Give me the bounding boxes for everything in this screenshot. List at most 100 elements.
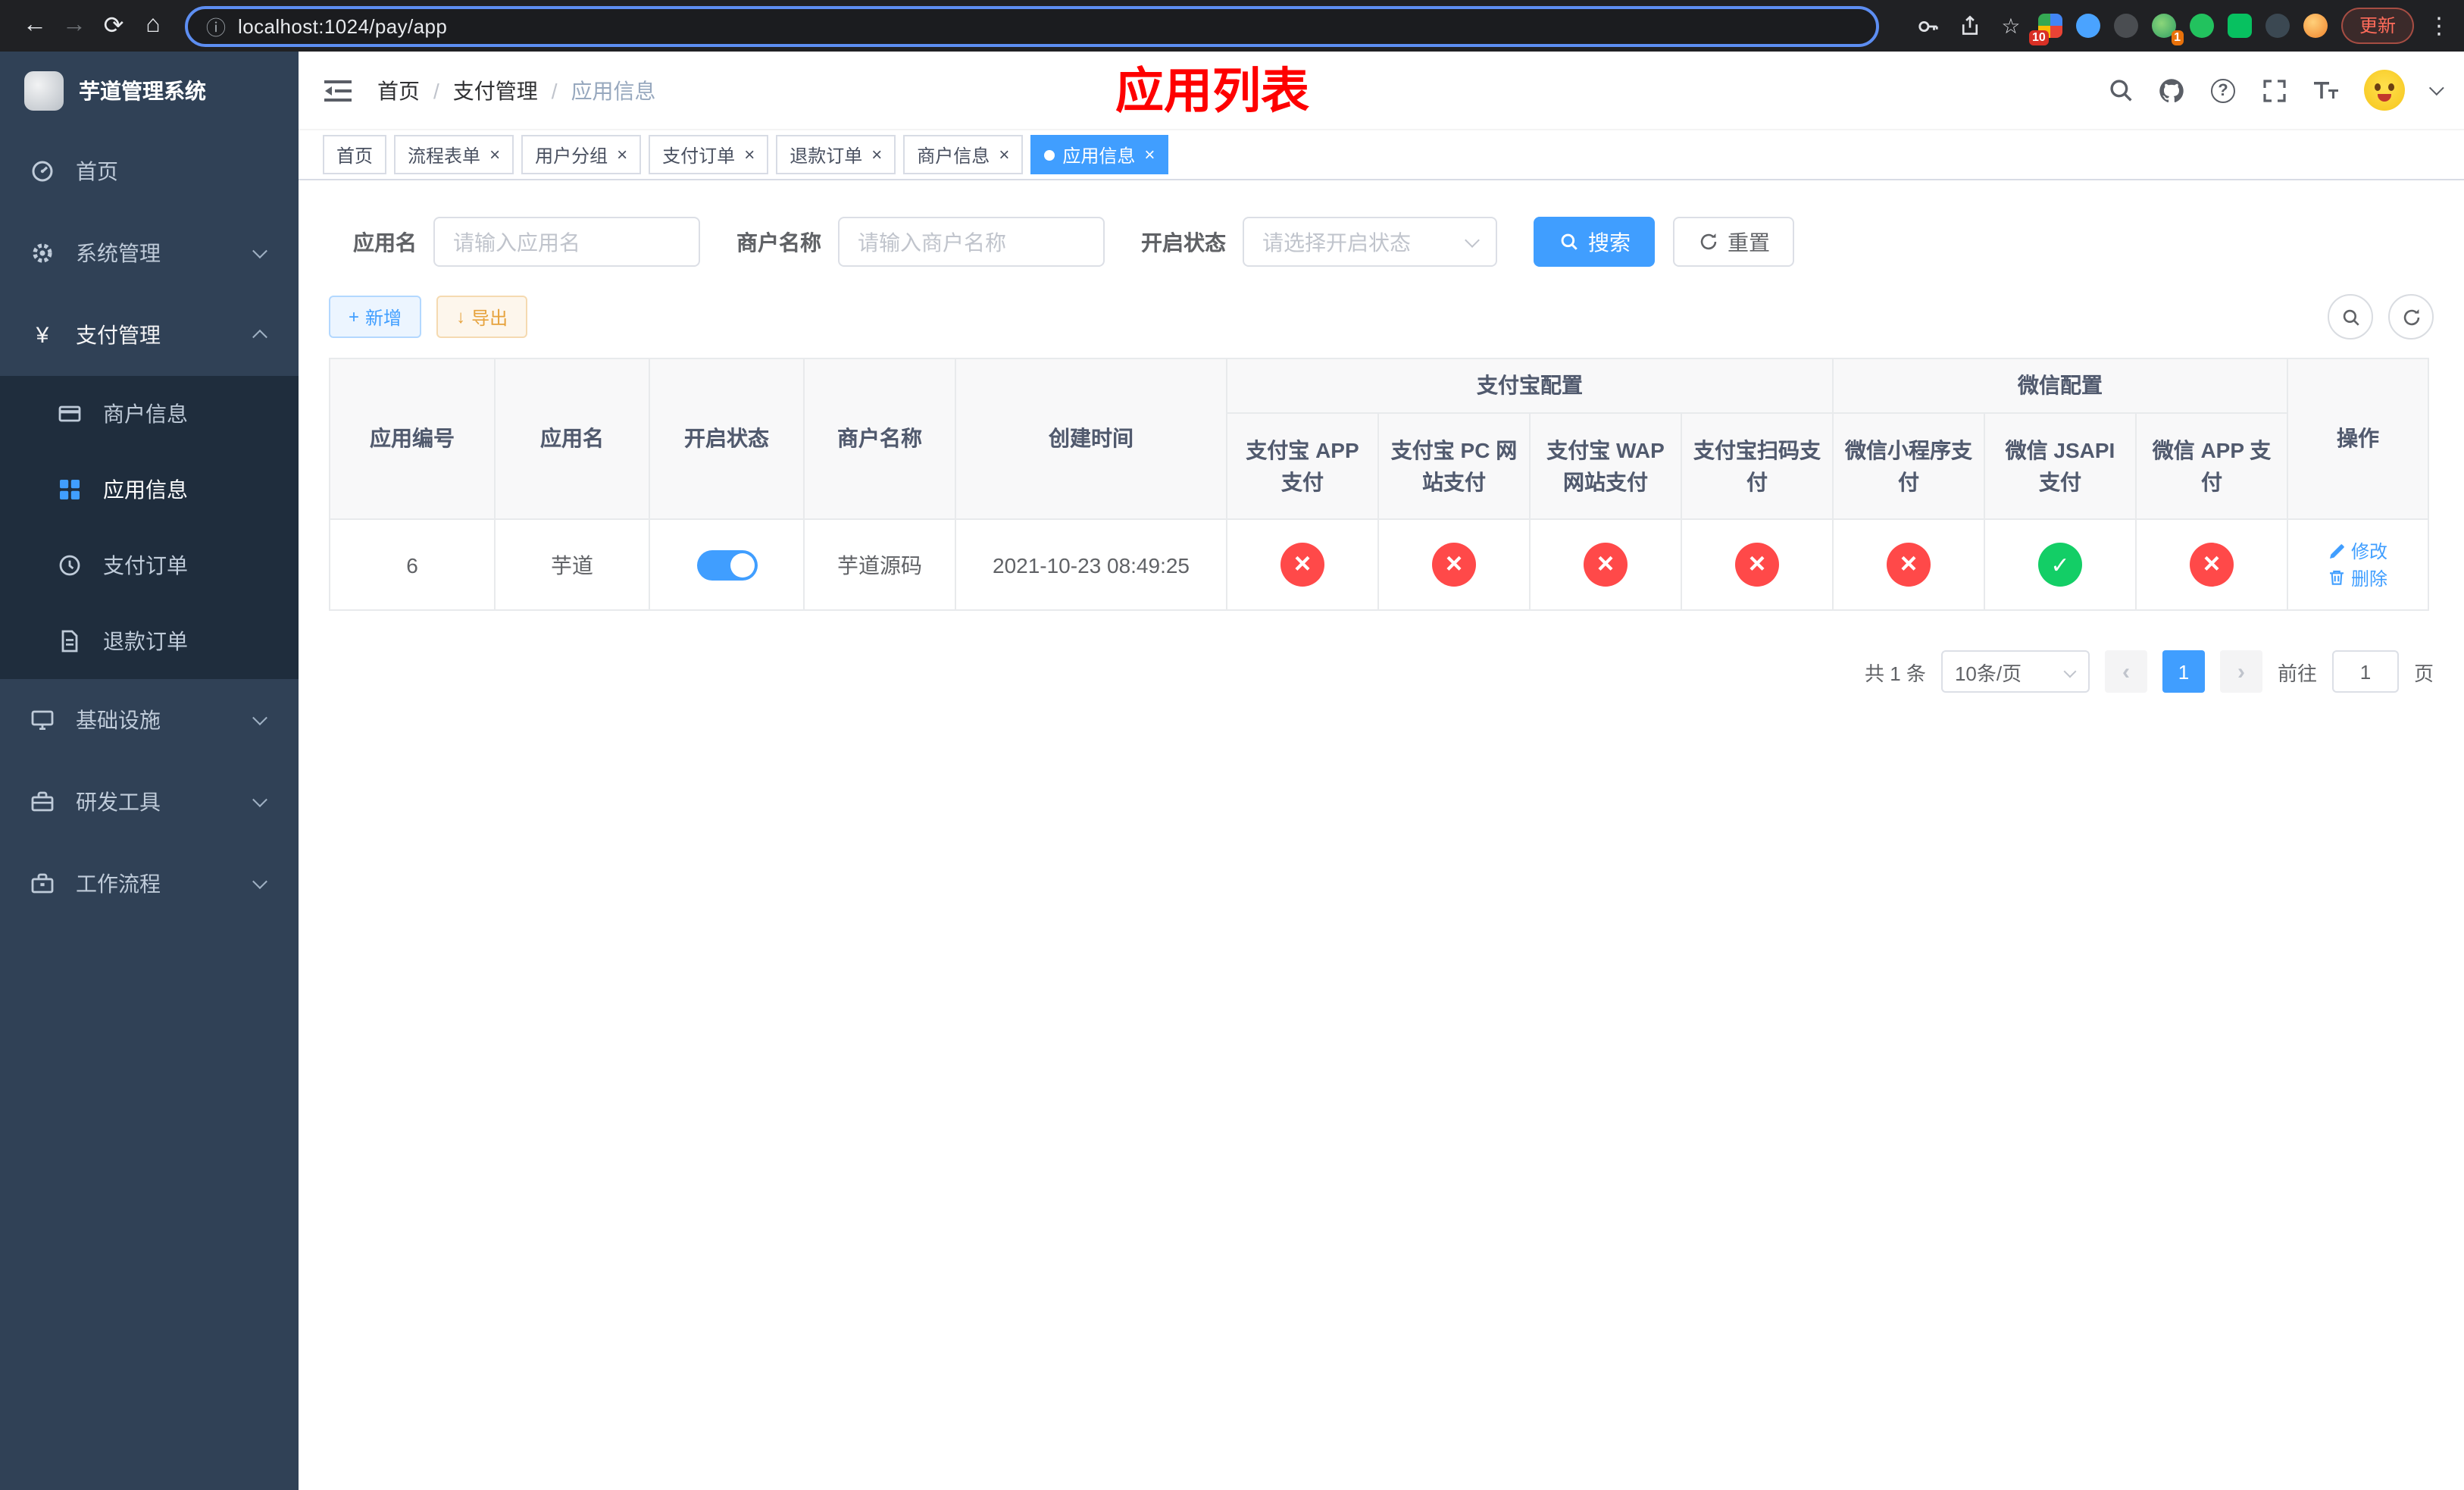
enabled-toggle[interactable] bbox=[696, 549, 757, 580]
screen: ← → ⟳ ⌂ ⓘ localhost:1024/pay/app ☆ 10 1 bbox=[0, 0, 2464, 1490]
sidebar-item-refund-order[interactable]: 退款订单 bbox=[0, 603, 299, 679]
status-select[interactable]: 请选择开启状态 bbox=[1243, 217, 1497, 267]
cell-alipay-wap bbox=[1529, 518, 1682, 611]
col-status: 开启状态 bbox=[649, 358, 805, 520]
sidebar-item-app-info[interactable]: 应用信息 bbox=[0, 452, 299, 527]
extension-icon[interactable] bbox=[2303, 14, 2328, 38]
close-icon[interactable]: × bbox=[999, 146, 1009, 164]
help-icon[interactable]: ? bbox=[2209, 77, 2237, 104]
active-dot bbox=[1044, 149, 1055, 160]
close-icon[interactable]: × bbox=[489, 146, 500, 164]
prev-page-button[interactable]: ‹ bbox=[2104, 650, 2147, 693]
sidebar-item-label: 支付订单 bbox=[103, 553, 188, 578]
extension-icon[interactable] bbox=[2113, 14, 2138, 38]
close-icon[interactable]: × bbox=[1144, 146, 1155, 164]
breadcrumb-item[interactable]: 支付管理 bbox=[453, 75, 538, 105]
sidebar-collapse-icon[interactable] bbox=[323, 75, 353, 105]
sidebar-item-home[interactable]: 首页 bbox=[0, 130, 299, 212]
page-size-select[interactable]: 10条/页 bbox=[1940, 650, 2090, 693]
github-icon[interactable] bbox=[2158, 77, 2185, 104]
tab-process-form[interactable]: 流程表单 × bbox=[394, 135, 514, 174]
reset-button[interactable]: 重置 bbox=[1673, 217, 1794, 267]
fullscreen-icon[interactable] bbox=[2261, 77, 2288, 104]
cell-alipay-pc bbox=[1377, 518, 1531, 611]
sidebar-item-merchant-info[interactable]: 商户信息 bbox=[0, 376, 299, 452]
sidebar-item-pay-order[interactable]: 支付订单 bbox=[0, 527, 299, 603]
export-button[interactable]: ↓ 导出 bbox=[436, 296, 528, 338]
tab-user-group[interactable]: 用户分组 × bbox=[521, 135, 642, 174]
search-icon[interactable] bbox=[2106, 77, 2134, 104]
extension-icon[interactable] bbox=[2227, 14, 2252, 38]
tab-label: 商户信息 bbox=[917, 145, 990, 166]
sidebar-item-payment[interactable]: ¥ 支付管理 bbox=[0, 294, 299, 376]
sidebar-item-dev-tools[interactable]: 研发工具 bbox=[0, 761, 299, 843]
toggle-search-button[interactable] bbox=[2328, 294, 2373, 340]
merchant-name-input[interactable] bbox=[838, 217, 1105, 267]
reload-icon[interactable]: ⟳ bbox=[94, 6, 133, 45]
app-title: 芋道管理系统 bbox=[79, 79, 206, 103]
goto-unit: 页 bbox=[2413, 662, 2434, 684]
user-avatar[interactable] bbox=[2364, 70, 2405, 111]
close-icon[interactable]: × bbox=[871, 146, 882, 164]
col-app-id: 应用编号 bbox=[329, 358, 496, 520]
app-table: 应用编号 应用名 开启状态 商户名称 创建时间 支付宝配置 微信配置 操作 支付… bbox=[329, 358, 2429, 611]
browser-toolbar: ← → ⟳ ⌂ ⓘ localhost:1024/pay/app ☆ 10 1 bbox=[0, 0, 2464, 52]
status-check-icon bbox=[2038, 543, 2082, 587]
search-button[interactable]: 搜索 bbox=[1534, 217, 1655, 267]
sidebar-item-infra[interactable]: 基础设施 bbox=[0, 679, 299, 761]
forward-icon[interactable]: → bbox=[55, 6, 94, 45]
tab-home[interactable]: 首页 bbox=[323, 135, 387, 174]
share-icon[interactable] bbox=[1956, 12, 1984, 39]
sidebar-item-label: 工作流程 bbox=[76, 872, 161, 896]
url-bar[interactable]: ⓘ localhost:1024/pay/app bbox=[185, 5, 1879, 46]
extension-icon[interactable]: 10 bbox=[2028, 14, 2062, 45]
download-icon: ↓ bbox=[456, 306, 466, 327]
sidebar-item-label: 研发工具 bbox=[76, 790, 161, 814]
sidebar-menu: 首页 系统管理 ¥ 支付管理 商户信息 应用信息 支付订单 退款订单 基础设施 … bbox=[0, 130, 299, 925]
key-icon[interactable] bbox=[1915, 12, 1943, 39]
col-wx-jsapi: 微信 JSAPI 支付 bbox=[1984, 412, 2137, 520]
breadcrumb-item[interactable]: 首页 bbox=[377, 75, 420, 105]
sidebar-item-workflow[interactable]: 工作流程 bbox=[0, 843, 299, 925]
close-icon[interactable]: × bbox=[744, 146, 755, 164]
browser-menu-icon[interactable]: ⋮ bbox=[2428, 12, 2450, 39]
col-alipay-pc: 支付宝 PC 网站支付 bbox=[1377, 412, 1531, 520]
close-icon[interactable]: × bbox=[617, 146, 627, 164]
next-page-button[interactable]: › bbox=[2219, 650, 2262, 693]
credit-card-icon bbox=[58, 402, 82, 426]
status-select-placeholder: 请选择开启状态 bbox=[1262, 230, 1411, 254]
app-name-input[interactable] bbox=[433, 217, 700, 267]
breadcrumb: 首页 / 支付管理 / 应用信息 bbox=[377, 75, 656, 105]
extension-icon[interactable] bbox=[2265, 14, 2290, 38]
browser-update-button[interactable]: 更新 bbox=[2340, 8, 2414, 44]
extension-icon[interactable]: 1 bbox=[2151, 14, 2184, 45]
tab-app-info[interactable]: 应用信息 × bbox=[1030, 135, 1169, 174]
site-info-icon[interactable]: ⓘ bbox=[206, 11, 226, 40]
delete-button[interactable]: 删除 bbox=[2328, 565, 2387, 590]
font-size-icon[interactable] bbox=[2312, 77, 2340, 104]
extension-icon[interactable] bbox=[2075, 14, 2100, 38]
bookmark-star-icon[interactable]: ☆ bbox=[1997, 12, 2025, 39]
col-group-wechat: 微信配置 bbox=[1832, 358, 2288, 414]
tab-merchant-info[interactable]: 商户信息 × bbox=[903, 135, 1024, 174]
grid-icon bbox=[58, 477, 82, 502]
tab-pay-order[interactable]: 支付订单 × bbox=[649, 135, 769, 174]
current-page-button[interactable]: 1 bbox=[2162, 650, 2205, 693]
chevron-down-icon[interactable] bbox=[2428, 80, 2444, 96]
tab-refund-order[interactable]: 退款订单 × bbox=[776, 135, 896, 174]
col-alipay-app: 支付宝 APP 支付 bbox=[1226, 412, 1379, 520]
add-button[interactable]: + 新增 bbox=[329, 296, 422, 338]
edit-button[interactable]: 修改 bbox=[2328, 538, 2387, 564]
cell-wx-app bbox=[2135, 518, 2288, 611]
sidebar-item-system[interactable]: 系统管理 bbox=[0, 212, 299, 294]
back-icon[interactable]: ← bbox=[15, 6, 55, 45]
table-row: 6 芋道 芋道源码 2021-10-23 08:49:25 × × × × × … bbox=[329, 518, 2429, 611]
extension-icon[interactable] bbox=[2189, 14, 2214, 38]
breadcrumb-separator: / bbox=[433, 78, 439, 102]
refresh-table-button[interactable] bbox=[2388, 294, 2434, 340]
sidebar-submenu-payment: 商户信息 应用信息 支付订单 退款订单 bbox=[0, 376, 299, 679]
status-cross-icon bbox=[1584, 543, 1628, 587]
home-icon[interactable]: ⌂ bbox=[133, 6, 173, 45]
goto-page-input[interactable] bbox=[2331, 650, 2399, 693]
extension-badge: 10 bbox=[2028, 30, 2049, 45]
